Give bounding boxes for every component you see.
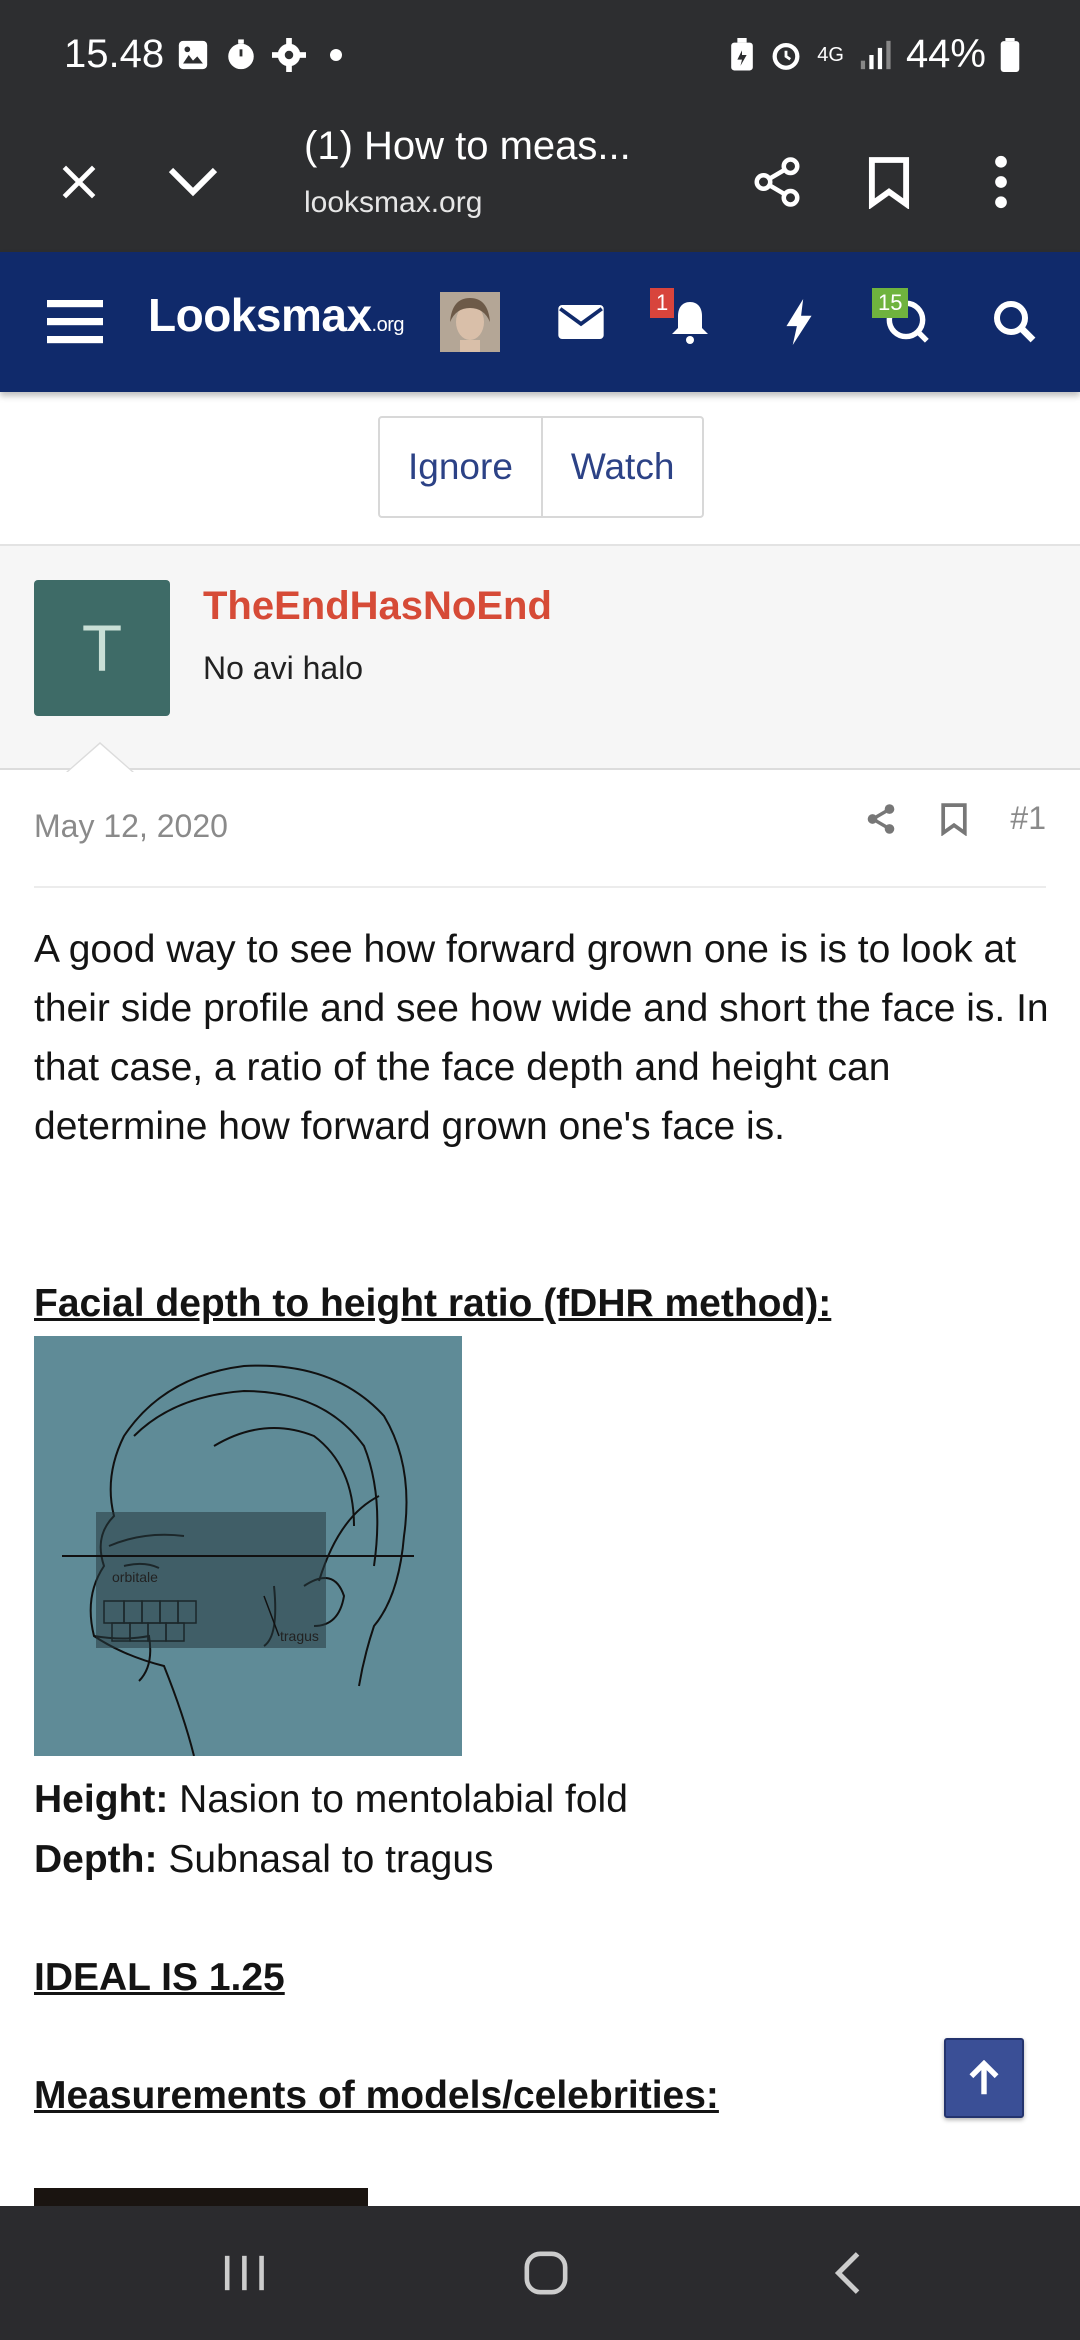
more-vert-icon: [995, 155, 1007, 209]
envelope-icon: [558, 305, 604, 339]
search-icon: [994, 301, 1036, 343]
close-icon: [62, 165, 96, 199]
scroll-to-top-button[interactable]: [944, 2038, 1024, 2118]
site-logo[interactable]: Looksmax.org: [148, 288, 405, 342]
hamburger-icon: [47, 300, 103, 344]
bookmark-button[interactable]: [844, 112, 934, 252]
celebrity-image-preview[interactable]: [34, 2188, 368, 2206]
user-avatar[interactable]: T: [34, 580, 170, 716]
status-bar: 15.48 4G 44%: [0, 0, 1080, 112]
recents-icon: [224, 2255, 264, 2291]
search-button[interactable]: [980, 252, 1050, 392]
collapse-button[interactable]: [148, 112, 238, 252]
signal-icon: [860, 40, 891, 69]
height-label: Height:: [34, 1778, 169, 1821]
status-right: 4G 44%: [729, 32, 1020, 77]
network-type: 4G: [817, 43, 844, 66]
browser-toolbar: (1) How to meas... looksmax.org: [0, 112, 1080, 252]
ignore-button[interactable]: Ignore: [380, 418, 541, 516]
post-user-block: T TheEndHasNoEnd No avi halo: [0, 546, 1080, 770]
whats-new-button[interactable]: [768, 252, 830, 392]
alerts-badge: 1: [650, 288, 675, 318]
ideal-heading: IDEAL IS 1.25: [34, 1956, 285, 1999]
bookmark-icon: [868, 157, 910, 209]
label-orbitale: orbitale: [112, 1569, 158, 1585]
alerts-button[interactable]: [652, 252, 728, 392]
fdhr-diagram-image[interactable]: orbitale tragus: [34, 1336, 462, 1756]
back-button[interactable]: [788, 2206, 908, 2340]
depth-value: Subnasal to tragus: [157, 1838, 494, 1881]
hamburger-button[interactable]: [30, 252, 120, 392]
heading-measurements: Measurements of models/celebrities:: [34, 2074, 719, 2117]
dot-icon: [330, 49, 342, 61]
menu-button[interactable]: [956, 112, 1046, 252]
share-post-icon[interactable]: [864, 802, 898, 836]
user-arrow-inner: [68, 744, 132, 772]
account-avatar-button[interactable]: [438, 252, 502, 392]
battery-saver-icon: [731, 37, 754, 70]
conversations-button[interactable]: [872, 252, 940, 392]
timer-icon: [228, 39, 254, 70]
avatar-image-icon: [440, 292, 500, 352]
gallery-icon: [178, 40, 208, 70]
height-line: Height: Nasion to mentolabial fold: [34, 1778, 628, 1822]
post-paragraph: A good way to see how forward grown one …: [34, 928, 1049, 1148]
bolt-icon: [786, 299, 812, 345]
conversations-badge: 15: [872, 288, 909, 318]
logo-suffix: .org: [371, 314, 405, 336]
thread-action-group: Ignore Watch: [378, 416, 705, 518]
depth-label: Depth:: [34, 1838, 158, 1881]
inbox-button[interactable]: [546, 252, 616, 392]
site-navbar: Looksmax.org 1 15: [0, 252, 1080, 392]
status-icons-left: [176, 38, 342, 72]
post-separator: [34, 886, 1046, 888]
share-button[interactable]: [732, 112, 822, 252]
settings-icon: [272, 38, 306, 72]
post-date[interactable]: May 12, 2020: [34, 808, 228, 845]
close-tab-button[interactable]: [34, 112, 124, 252]
username-link[interactable]: TheEndHasNoEnd: [203, 584, 552, 629]
home-icon: [524, 2251, 568, 2295]
alarm-icon: [772, 42, 800, 70]
battery-percent: 44%: [905, 32, 986, 76]
battery-icon: [1000, 37, 1020, 72]
post-actions: #1: [864, 800, 1046, 837]
system-navigation-bar: [0, 2206, 1080, 2340]
bookmark-post-icon[interactable]: [940, 802, 968, 836]
post-number[interactable]: #1: [1010, 800, 1046, 837]
chevron-down-icon: [168, 167, 218, 197]
share-icon: [754, 157, 800, 207]
user-title: No avi halo: [203, 650, 364, 686]
skull-diagram: orbitale tragus: [62, 1364, 414, 1756]
height-value: Nasion to mentolabial fold: [168, 1778, 628, 1821]
tab-title[interactable]: (1) How to meas...: [304, 124, 631, 169]
bell-icon: [672, 302, 708, 344]
logo-text: Looksmax: [148, 289, 372, 341]
status-time: 15.48: [64, 32, 165, 76]
recents-button[interactable]: [184, 2206, 304, 2340]
watch-button[interactable]: Watch: [540, 418, 702, 516]
back-icon: [834, 2252, 860, 2294]
depth-line: Depth: Subnasal to tragus: [34, 1838, 494, 1882]
heading-fdhr: Facial depth to height ratio (fDHR metho…: [34, 1282, 832, 1325]
label-tragus: tragus: [280, 1628, 319, 1644]
arrow-up-icon: [969, 2060, 999, 2095]
tab-url[interactable]: looksmax.org: [304, 186, 482, 220]
home-button[interactable]: [486, 2206, 606, 2340]
